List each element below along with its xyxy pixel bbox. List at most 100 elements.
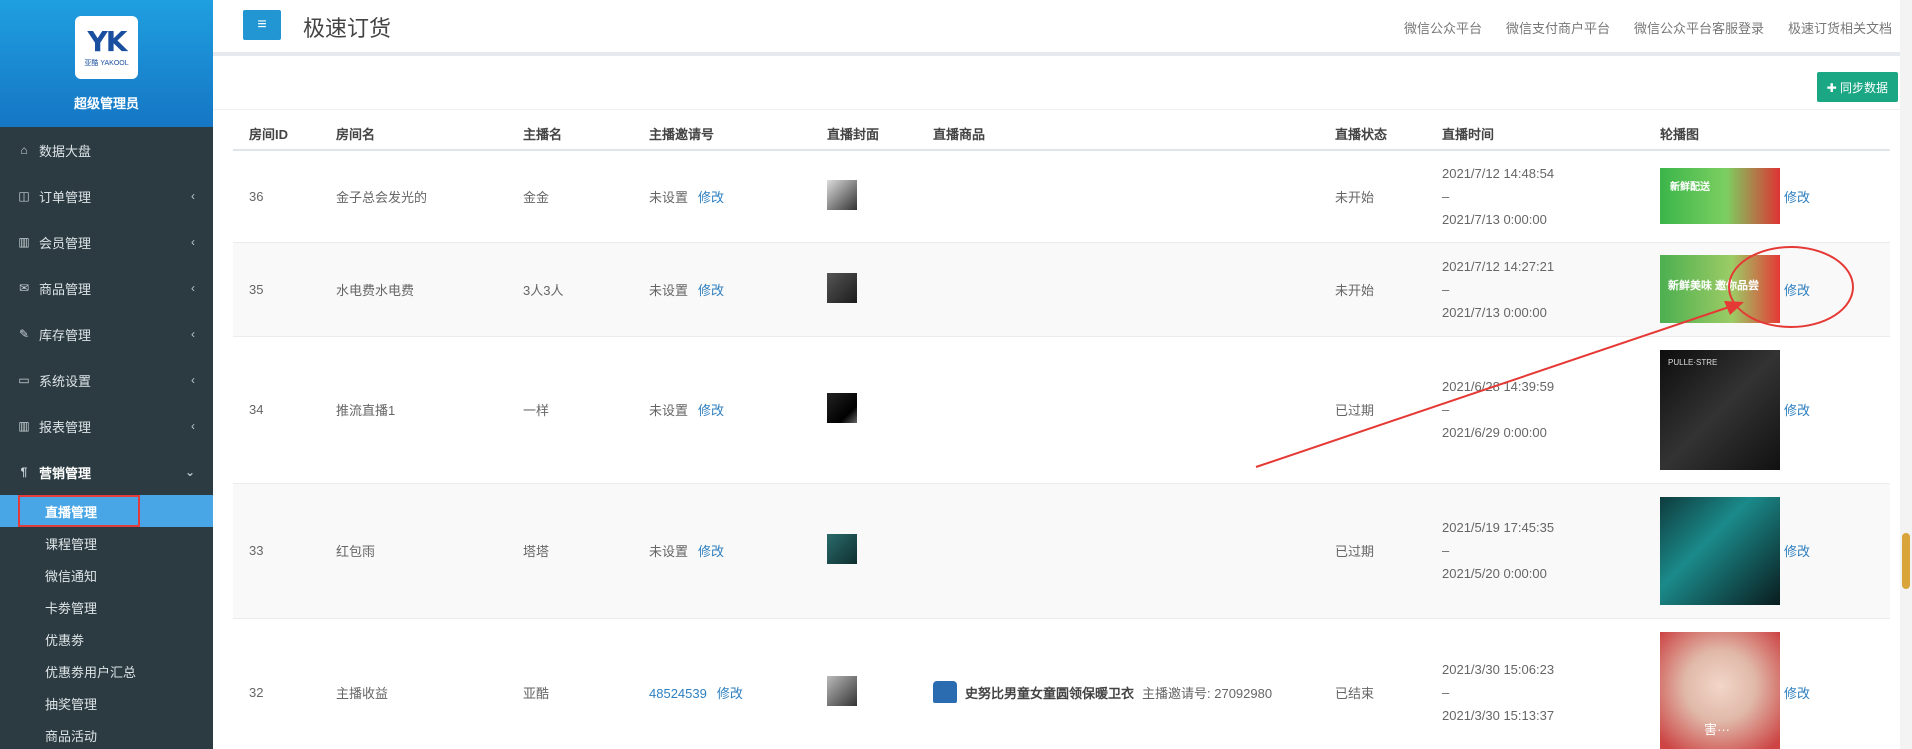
- submenu-item-courses[interactable]: 课程管理: [0, 527, 213, 559]
- cell-room-name: 推流直播1: [320, 336, 507, 484]
- hamburger-icon: ≡: [257, 16, 267, 33]
- divider: [213, 109, 1912, 110]
- chevron-down-icon: ⌄: [184, 465, 195, 479]
- submenu-item-product-activity[interactable]: 商品活动: [0, 719, 213, 749]
- sidebar-item-products[interactable]: ✉ 商品管理 ‹: [0, 265, 213, 311]
- start-time: 2021/7/12 14:27:21: [1442, 258, 1555, 274]
- logo: YK 亚酷 YAKOOL: [75, 16, 138, 79]
- link-wechat-platform[interactable]: 微信公众平台: [1404, 18, 1482, 37]
- submenu-item-cards[interactable]: 卡劵管理: [0, 591, 213, 623]
- sidebar-item-reports[interactable]: ▥ 报表管理 ‹: [0, 403, 213, 449]
- edit-invite-link[interactable]: 修改: [717, 686, 743, 701]
- col-goods: 直播商品: [917, 118, 1319, 151]
- user-role: 超级管理员: [73, 96, 139, 111]
- submenu-item-label: 优惠劵: [45, 632, 85, 648]
- col-banner: 轮播图: [1644, 118, 1890, 151]
- envelope-icon: ✉: [18, 281, 30, 295]
- marketing-submenu: 直播管理 课程管理 微信通知 卡劵管理 优惠劵 优惠劵用户汇总 抽奖管理 商品活…: [0, 495, 213, 749]
- cell-cover: [811, 618, 917, 749]
- sidebar-item-label: 商品管理: [39, 281, 92, 297]
- sidebar-item-label: 数据大盘: [39, 143, 92, 159]
- sidebar: YK 亚酷 YAKOOL 超级管理员 ⌂ 数据大盘 ◫ 订单管理 ‹ ▥ 会员管…: [0, 0, 213, 749]
- cover-thumbnail[interactable]: [827, 272, 857, 303]
- cover-thumbnail[interactable]: [827, 393, 857, 423]
- table-row: 36 金子总会发光的 金金 未设置 修改 未开始 2021/7/12 14:48:…: [233, 150, 1890, 243]
- edit-banner-link[interactable]: 修改: [1784, 283, 1810, 298]
- logo-mark: YK: [87, 24, 128, 58]
- menu-toggle-button[interactable]: ≡: [243, 10, 281, 40]
- cell-banner: 新鲜配送 修改: [1644, 150, 1890, 243]
- edit-banner-link[interactable]: 修改: [1784, 686, 1810, 701]
- link-wechat-service-login[interactable]: 微信公众平台客服登录: [1634, 18, 1764, 37]
- table-row: 34 推流直播1 一样 未设置 修改 已过期 2021/6/28 14:39:59…: [233, 336, 1890, 484]
- invite-value: 未设置: [649, 282, 689, 298]
- link-docs[interactable]: 极速订货相关文档: [1788, 18, 1892, 37]
- chevron-left-icon: ‹: [191, 419, 195, 433]
- sidebar-item-dashboard[interactable]: ⌂ 数据大盘: [0, 127, 213, 173]
- edit-invite-link[interactable]: 修改: [698, 403, 724, 418]
- time-separator: –: [1442, 684, 1450, 700]
- submenu-item-label: 微信通知: [45, 568, 98, 584]
- cutlery-icon: ¶: [20, 465, 28, 479]
- sidebar-item-inventory[interactable]: ✎ 库存管理 ‹: [0, 311, 213, 357]
- sidebar-item-settings[interactable]: ▭ 系统设置 ‹: [0, 357, 213, 403]
- cover-thumbnail[interactable]: [827, 534, 857, 564]
- sidebar-item-label: 会员管理: [39, 235, 92, 251]
- cell-invite: 未设置 修改: [633, 483, 811, 619]
- sidebar-item-members[interactable]: ▥ 会员管理 ‹: [0, 219, 213, 265]
- submenu-item-live[interactable]: 直播管理: [0, 495, 213, 527]
- end-time: 2021/7/13 0:00:00: [1442, 304, 1547, 320]
- edit-banner-link[interactable]: 修改: [1784, 403, 1810, 418]
- invite-value[interactable]: 48524539: [649, 686, 707, 701]
- cell-cover: [811, 336, 917, 484]
- banner-image[interactable]: 新鲜配送: [1660, 168, 1780, 225]
- edit-banner-link[interactable]: 修改: [1784, 544, 1810, 559]
- col-invite-code: 主播邀请号: [633, 118, 811, 151]
- start-time: 2021/7/12 14:48:54: [1442, 165, 1555, 181]
- scrollbar-thumb[interactable]: [1902, 533, 1910, 589]
- cell-invite: 未设置 修改: [633, 242, 811, 337]
- edit-invite-link[interactable]: 修改: [698, 544, 724, 559]
- sidebar-menu: ⌂ 数据大盘 ◫ 订单管理 ‹ ▥ 会员管理 ‹ ✉ 商品管理 ‹ ✎ 库存管理…: [0, 127, 213, 495]
- end-time: 2021/6/29 0:00:00: [1442, 425, 1547, 440]
- highlight-box: [18, 495, 140, 527]
- submenu-item-coupons[interactable]: 优惠劵: [0, 623, 213, 655]
- sidebar-item-orders[interactable]: ◫ 订单管理 ‹: [0, 173, 213, 219]
- link-wechat-pay-merchant[interactable]: 微信支付商户平台: [1506, 18, 1610, 37]
- edit-banner-link[interactable]: 修改: [1784, 190, 1810, 205]
- col-cover: 直播封面: [811, 118, 917, 151]
- cover-thumbnail[interactable]: [827, 179, 857, 210]
- cell-room-name: 金子总会发光的: [320, 150, 507, 243]
- cell-goods: [917, 483, 1319, 619]
- banner-image[interactable]: 新鲜美味 邀你品尝: [1660, 255, 1780, 323]
- table-row: 35 水电费水电费 3人3人 未设置 修改 未开始 2021/7/12 14:27…: [233, 242, 1890, 337]
- cell-banner: 新鲜美味 邀你品尝 修改: [1644, 242, 1890, 337]
- order-icon: ◫: [18, 189, 30, 203]
- header-links: 微信公众平台 微信支付商户平台 微信公众平台客服登录 极速订货相关文档: [1404, 18, 1892, 37]
- edit-invite-link[interactable]: 修改: [698, 283, 724, 298]
- banner-image[interactable]: 害···: [1660, 632, 1780, 749]
- cell-goods: [917, 242, 1319, 337]
- time-separator: –: [1442, 281, 1450, 297]
- cell-cover: [811, 483, 917, 619]
- cover-thumbnail[interactable]: [827, 675, 857, 706]
- page-title: 极速订货: [303, 16, 392, 41]
- invite-value: 未设置: [649, 403, 689, 418]
- banner-image[interactable]: PULLE·STRE: [1660, 349, 1780, 470]
- cell-room-id: 33: [233, 483, 320, 619]
- cell-invite: 48524539 修改: [633, 618, 811, 749]
- cell-time: 2021/3/30 15:06:23 – 2021/3/30 15:13:37: [1426, 618, 1644, 749]
- page-scrollbar[interactable]: [1900, 0, 1912, 749]
- sync-data-button[interactable]: ✚ 同步数据: [1816, 72, 1898, 102]
- time-separator: –: [1442, 543, 1450, 558]
- cell-invite: 未设置 修改: [633, 150, 811, 243]
- edit-invite-link[interactable]: 修改: [698, 190, 724, 205]
- submenu-item-lottery[interactable]: 抽奖管理: [0, 687, 213, 719]
- sidebar-item-marketing[interactable]: ¶ 营销管理 ⌄: [0, 449, 213, 495]
- end-time: 2021/5/20 0:00:00: [1442, 566, 1547, 581]
- banner-image[interactable]: [1660, 496, 1780, 605]
- submenu-item-coupon-users[interactable]: 优惠劵用户汇总: [0, 655, 213, 687]
- live-room-table: 房间ID 房间名 主播名 主播邀请号 直播封面 直播商品 直播状态 直播时间 轮…: [233, 118, 1890, 749]
- submenu-item-wechat-notify[interactable]: 微信通知: [0, 559, 213, 591]
- end-time: 2021/3/30 15:13:37: [1442, 707, 1555, 723]
